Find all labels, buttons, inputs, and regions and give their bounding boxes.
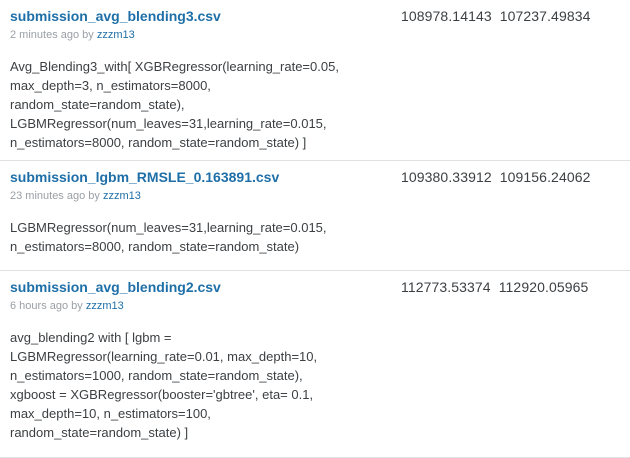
submission-meta: 23 minutes ago by zzzm13	[10, 189, 620, 203]
submission-description: avg_blending2 with [ lgbm = LGBMRegresso…	[10, 330, 318, 440]
submission-row: submission_avg_blending3.csv 2 minutes a…	[0, 0, 630, 161]
submission-description: LGBMRegressor(num_leaves=31,learning_rat…	[10, 220, 327, 254]
submission-file-link[interactable]: submission_avg_blending2.csv	[10, 277, 221, 297]
submission-scores: 112773.53374 112920.05965	[401, 279, 588, 295]
submission-row: submission_avg_blending2.csv 6 hours ago…	[0, 271, 630, 458]
submission-time: 23 minutes ago by	[10, 190, 100, 202]
submission-description: Avg_Blending3_with[ XGBRegressor(learnin…	[10, 59, 339, 150]
private-score: 112773.53374	[401, 279, 491, 295]
submission-time: 2 minutes ago by	[10, 29, 94, 41]
public-score: 112920.05965	[498, 279, 589, 295]
submissions-list: submission_avg_blending3.csv 2 minutes a…	[0, 0, 630, 458]
private-score: 109380.33912	[401, 169, 492, 185]
submission-file-link[interactable]: submission_avg_blending3.csv	[10, 6, 221, 26]
submission-row: submission_lgbm_RMSLE_0.163891.csv 23 mi…	[0, 161, 630, 271]
submission-user-link[interactable]: zzzm13	[86, 300, 124, 312]
submission-scores: 108978.14143 107237.49834	[401, 8, 591, 24]
submission-meta: 2 minutes ago by zzzm13	[10, 28, 620, 42]
submission-user-link[interactable]: zzzm13	[97, 29, 135, 41]
public-score: 109156.24062	[499, 169, 591, 185]
submission-time: 6 hours ago by	[10, 300, 83, 312]
submission-scores: 109380.33912 109156.24062	[401, 169, 591, 185]
submission-file-link[interactable]: submission_lgbm_RMSLE_0.163891.csv	[10, 167, 279, 187]
submission-meta: 6 hours ago by zzzm13	[10, 299, 620, 313]
private-score: 108978.14143	[401, 8, 492, 24]
submission-user-link[interactable]: zzzm13	[103, 190, 141, 202]
public-score: 107237.49834	[499, 8, 591, 24]
